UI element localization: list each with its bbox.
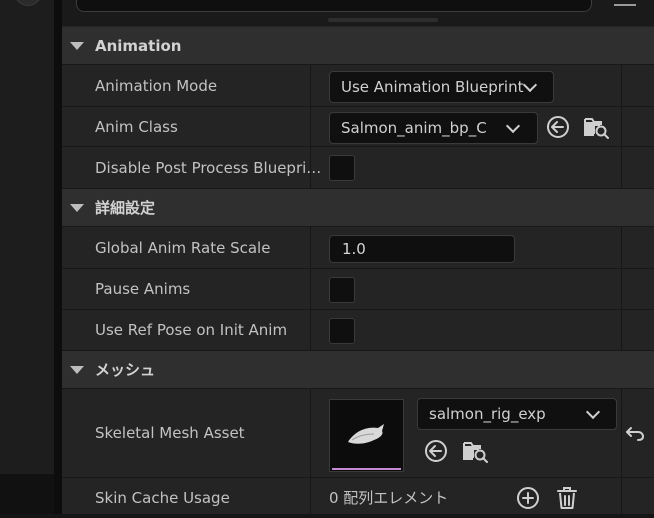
collapse-arrow-icon[interactable] [70,42,84,50]
category-animation[interactable]: Animation [62,27,654,65]
viewport-edge [0,0,54,514]
trash-icon[interactable] [554,485,580,511]
row-skeletal-mesh-asset: Skeletal Mesh Asset salmon_rig_exp [62,389,654,478]
property-label: Global Anim Rate Scale [95,239,271,257]
row-anim-class: Anim Class Salmon_anim_bp_C [62,107,654,147]
panel-splitter[interactable] [54,0,62,514]
collapse-arrow-icon[interactable] [70,366,84,374]
row-pause-anims: Pause Anims [62,269,654,310]
row-disable-post-process: Disable Post Process Bluepri… [62,147,654,189]
row-use-ref-pose: Use Ref Pose on Init Anim [62,310,654,351]
property-label: Use Ref Pose on Init Anim [95,321,288,339]
thumbnail-underline [332,468,401,470]
dropdown-value: Use Animation Blueprint [341,78,524,96]
animation-mode-dropdown[interactable]: Use Animation Blueprint [329,71,554,103]
chevron-down-icon [505,118,521,134]
category-title: メッシュ [95,361,156,379]
input-value: 1.0 [342,240,366,258]
property-label: Anim Class [95,118,178,136]
chevron-down-icon [522,77,538,93]
category-title: 詳細設定 [95,199,156,217]
property-label: Skeletal Mesh Asset [95,424,245,442]
property-label: Pause Anims [95,280,191,298]
dropdown-value: Salmon_anim_bp_C [341,119,487,137]
category-mesh[interactable]: メッシュ [62,351,654,389]
property-label: Animation Mode [95,77,218,95]
disable-post-process-checkbox[interactable] [329,155,355,181]
row-skin-cache-usage: Skin Cache Usage 0 配列エレメント [62,478,654,514]
skeletal-mesh-dropdown[interactable]: salmon_rig_exp [417,398,617,430]
viewport-bottom-bar [0,474,54,514]
search-input[interactable] [76,0,592,12]
anim-rate-scale-input[interactable]: 1.0 [329,235,515,263]
collapse-arrow-icon[interactable] [70,204,84,212]
row-animation-mode: Animation Mode Use Animation Blueprint [62,65,654,107]
row-global-anim-rate-scale: Global Anim Rate Scale 1.0 [62,227,654,269]
salmon-thumbnail-icon [348,424,384,444]
property-label: Skin Cache Usage [95,489,230,507]
scroll-hint-bar [328,18,438,22]
add-element-icon[interactable] [515,485,541,511]
folder-search-icon[interactable] [583,114,609,140]
category-title: Animation [95,37,182,55]
use-ref-pose-checkbox[interactable] [329,318,355,344]
folder-search-icon[interactable] [462,438,488,464]
array-element-count: 0 配列エレメント [329,489,449,507]
anim-class-dropdown[interactable]: Salmon_anim_bp_C [329,112,538,144]
pause-anims-checkbox[interactable] [329,277,355,303]
browse-back-arrow-icon[interactable] [423,438,449,464]
chevron-down-icon [585,404,601,420]
mesh-thumbnail[interactable] [329,399,404,472]
reset-arrow-icon[interactable] [625,424,645,442]
category-details[interactable]: 詳細設定 [62,189,654,227]
property-label: Disable Post Process Bluepri… [95,159,322,177]
browse-back-arrow-icon[interactable] [545,114,571,140]
settings-icon[interactable] [614,0,636,6]
dropdown-value: salmon_rig_exp [429,405,546,423]
